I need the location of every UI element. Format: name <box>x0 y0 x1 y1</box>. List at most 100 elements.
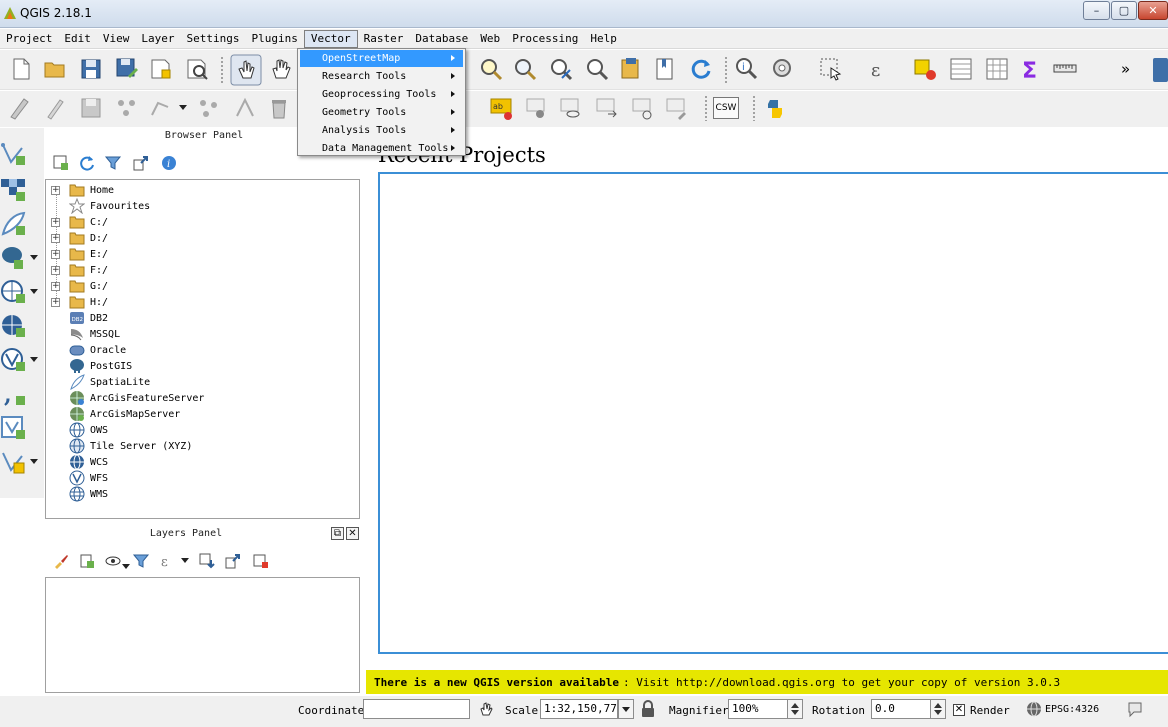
menu-layer[interactable]: Layer <box>135 30 180 48</box>
tree-item-drive-c[interactable]: + C:/ <box>46 214 346 230</box>
add-wcs-layer-icon[interactable] <box>0 312 28 340</box>
filter-by-expression-icon[interactable]: ε <box>158 552 176 570</box>
new-bookmark-icon[interactable] <box>652 56 678 82</box>
float-panel-button[interactable]: ⧉ <box>331 527 344 540</box>
collapse-all-icon[interactable] <box>224 552 242 570</box>
tree-item-postgis[interactable]: PostGIS <box>46 358 346 374</box>
refresh-browser-icon[interactable] <box>78 154 96 172</box>
chevron-down-icon[interactable] <box>181 558 189 563</box>
statistical-summary-icon[interactable]: Σ <box>1018 56 1044 82</box>
menu-processing[interactable]: Processing <box>506 30 584 48</box>
coordinate-input[interactable] <box>363 699 470 719</box>
tree-item-home[interactable]: + Home <box>46 182 346 198</box>
move-feature-icon[interactable] <box>196 95 222 121</box>
identify-features-icon[interactable]: i <box>734 56 760 82</box>
menu-settings[interactable]: Settings <box>180 30 245 48</box>
new-print-composer-icon[interactable] <box>148 56 174 82</box>
enable-properties-icon[interactable]: i <box>160 154 178 172</box>
toolbar-grip[interactable] <box>752 95 756 121</box>
add-raster-layer-icon[interactable] <box>0 176 28 204</box>
save-project-icon[interactable] <box>78 56 104 82</box>
tree-item-wcs[interactable]: WCS <box>46 454 346 470</box>
pan-map-icon[interactable] <box>268 56 294 82</box>
chevron-down-icon[interactable] <box>30 289 38 294</box>
tree-item-oracle[interactable]: Oracle <box>46 342 346 358</box>
add-postgis-layer-icon[interactable] <box>0 244 28 272</box>
current-edits-icon[interactable] <box>6 95 32 121</box>
menu-view[interactable]: View <box>97 30 136 48</box>
open-attribute-table-icon[interactable] <box>948 56 974 82</box>
chevron-down-icon[interactable] <box>30 357 38 362</box>
tree-item-mssql[interactable]: MSSQL <box>46 326 346 342</box>
label-pin-icon[interactable]: ab <box>488 96 514 122</box>
render-checkbox[interactable]: ✕ <box>953 704 965 716</box>
select-features-icon[interactable] <box>818 56 844 82</box>
refresh-icon[interactable] <box>688 56 714 82</box>
menu-item-geometry-tools[interactable]: Geometry Tools <box>300 104 463 121</box>
add-line-feature-icon[interactable] <box>148 95 174 121</box>
menu-help[interactable]: Help <box>584 30 623 48</box>
menu-item-analysis-tools[interactable]: Analysis Tools <box>300 122 463 139</box>
expand-icon[interactable]: + <box>51 233 60 243</box>
menu-item-data-management-tools[interactable]: Data Management Tools <box>300 140 463 157</box>
new-shapefile-layer-icon[interactable] <box>0 448 28 476</box>
chevron-down-icon[interactable] <box>122 564 130 569</box>
menu-database[interactable]: Database <box>409 30 474 48</box>
minimize-button[interactable]: – <box>1083 1 1110 20</box>
close-panel-button[interactable]: ✕ <box>346 527 359 540</box>
menu-edit[interactable]: Edit <box>58 30 97 48</box>
tree-item-tile-server[interactable]: Tile Server (XYZ) <box>46 438 346 454</box>
toolbar-grip[interactable] <box>704 95 708 121</box>
expand-icon[interactable]: + <box>51 217 60 227</box>
browser-tree[interactable]: + Home Favourites + C:/ + D:/ + E:/ + F:… <box>45 179 360 519</box>
expand-icon[interactable]: + <box>51 281 60 291</box>
field-calculator-icon[interactable] <box>984 56 1010 82</box>
filter-browser-icon[interactable] <box>104 154 122 172</box>
tree-item-db2[interactable]: DB2 DB2 <box>46 310 346 326</box>
menu-item-geoprocessing-tools[interactable]: Geoprocessing Tools <box>300 86 463 103</box>
add-delimited-text-layer-icon[interactable]: , <box>0 380 28 408</box>
zoom-in-icon[interactable] <box>478 56 504 82</box>
toolbar-grip[interactable] <box>220 56 224 84</box>
layer-styling-brush-icon[interactable] <box>52 552 70 570</box>
tree-item-arcgis-feature-server[interactable]: ArcGisFeatureServer <box>46 390 346 406</box>
zoom-to-layer-icon[interactable] <box>618 56 644 82</box>
add-selected-layers-icon[interactable] <box>52 154 70 172</box>
tree-item-drive-d[interactable]: + D:/ <box>46 230 346 246</box>
new-project-icon[interactable] <box>8 56 34 82</box>
run-feature-action-icon[interactable] <box>770 56 796 82</box>
menu-plugins[interactable]: Plugins <box>245 30 303 48</box>
manage-visibility-eye-icon[interactable] <box>104 552 122 570</box>
delete-selected-icon[interactable] <box>266 95 292 121</box>
menu-vector[interactable]: Vector <box>303 29 358 48</box>
toggle-editing-icon[interactable] <box>42 95 68 121</box>
toggle-extents-mouse-icon[interactable] <box>478 701 494 717</box>
add-vector-layer-icon[interactable] <box>0 140 28 168</box>
tree-item-wfs[interactable]: WFS <box>46 470 346 486</box>
expand-icon[interactable]: + <box>51 297 60 307</box>
label-move-icon[interactable] <box>594 96 620 122</box>
add-spatialite-layer-icon[interactable] <box>0 210 28 238</box>
chevron-down-icon[interactable] <box>30 255 38 260</box>
measure-line-icon[interactable] <box>1052 56 1082 82</box>
add-wms-layer-icon[interactable] <box>0 278 28 306</box>
zoom-out-icon[interactable] <box>512 56 538 82</box>
menu-web[interactable]: Web <box>474 30 506 48</box>
expand-icon[interactable]: + <box>51 249 60 259</box>
open-project-icon[interactable] <box>42 56 68 82</box>
update-message-link[interactable]: : Visit http://download.qgis.org to get … <box>623 676 1060 689</box>
tree-item-arcgis-map-server[interactable]: ArcGisMapServer <box>46 406 346 422</box>
remove-layer-icon[interactable] <box>252 552 270 570</box>
magnifier-spinner[interactable] <box>788 699 803 719</box>
layers-list[interactable] <box>45 577 360 693</box>
label-visibility-icon[interactable] <box>558 96 584 122</box>
select-by-expression-icon[interactable]: ε <box>866 56 892 82</box>
scale-dropdown-button[interactable] <box>618 699 634 719</box>
menu-item-research-tools[interactable]: Research Tools <box>300 68 463 85</box>
filter-legend-icon[interactable] <box>132 552 150 570</box>
csw-button[interactable]: CSW <box>713 97 739 119</box>
deselect-features-icon[interactable] <box>912 56 938 82</box>
recent-projects-list[interactable] <box>378 172 1168 654</box>
chevron-down-icon[interactable] <box>179 105 187 110</box>
zoom-to-selection-icon[interactable] <box>584 56 610 82</box>
